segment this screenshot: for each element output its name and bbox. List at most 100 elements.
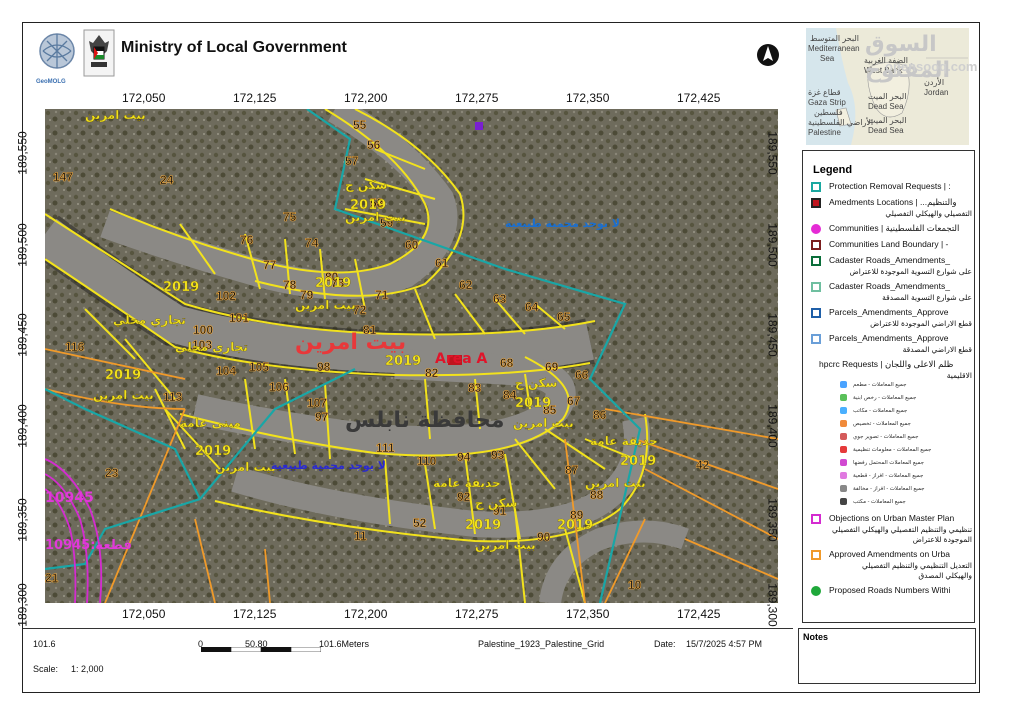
parcel-number: 63: [493, 292, 507, 306]
date-value: 15/7/2025 4:57 PM: [686, 639, 763, 649]
legend-label: Parcels_Amendments_Approve: [829, 307, 949, 317]
legend-item: Parcels_Amendments_Approve: [811, 333, 971, 344]
legend-item: Cadaster Roads_Amendments_: [811, 255, 971, 266]
request-marker-icon: [840, 498, 847, 505]
x-tick-label-top: 172,125: [233, 91, 277, 105]
legend-item: Communities | التجمعات الفلسطينية: [811, 223, 971, 234]
parcel-number: 11: [354, 529, 367, 543]
request-marker-icon: [840, 407, 847, 414]
town-label: بيت امرين: [585, 476, 646, 490]
legend-item: Protection Removal Requests | :: [811, 181, 971, 192]
legend-item: Objections on Urban Master Plan: [811, 513, 971, 524]
parcel-number: 10: [628, 578, 642, 592]
legend-sublabel: الاقليمية: [946, 371, 972, 380]
parcel-number: 78: [283, 278, 297, 292]
request-marker-icon: [840, 472, 847, 479]
parcel-number: 111: [376, 441, 395, 455]
inset-label: Palestine: [808, 128, 841, 137]
request-marker-icon: [840, 459, 847, 466]
notes-box: Notes: [798, 628, 976, 684]
town-name-label: بيت امرين: [295, 330, 406, 355]
parcel-number: 75: [283, 210, 297, 224]
parcel-number: 107: [307, 396, 327, 410]
parcel-number: 69: [545, 360, 559, 374]
town-label: بيت امرين: [215, 460, 276, 474]
legend-symbol-icon: [811, 255, 821, 266]
nature-reserve-label: لا يوجد محمية طبيعية: [505, 217, 620, 230]
parcel-number: 61: [435, 256, 449, 270]
parcel-number: 56: [367, 138, 381, 152]
request-marker-icon: [840, 446, 847, 453]
legend-label: hpcrc Requests | ظلم الاعلى واللجان: [819, 359, 954, 369]
parcel-number: 23: [105, 466, 119, 480]
legend-sublabel: الموجودة للاعتراض: [912, 535, 972, 544]
inset-label: فلسطين: [814, 108, 843, 117]
legend-subitem-label: جميع المعاملات - مكتب: [853, 498, 906, 505]
watermark-url: opensooq.com: [885, 59, 978, 74]
request-marker-icon: [840, 381, 847, 388]
year-label: 2019: [315, 276, 351, 291]
town-label: بيت امرين: [93, 388, 154, 402]
year-label: 2019: [465, 518, 501, 533]
legend-symbol-icon: [811, 239, 821, 250]
town-label: بيت امرين: [85, 109, 146, 122]
parcel-number: 60: [405, 238, 419, 252]
parcel-number: 97: [315, 410, 329, 424]
legend-item: Approved Amendments on Urba: [811, 549, 971, 560]
legend-subitem: جميع المعاملات - رخص ابنية: [840, 394, 960, 401]
request-marker-icon: [840, 420, 847, 427]
parcel-number: 104: [216, 364, 236, 378]
legend-label: Proposed Roads Numbers Withi: [829, 585, 951, 595]
y-tick-label-left: 189,550: [15, 131, 30, 175]
parcel-number: 71: [375, 288, 389, 302]
y-tick-label-left: 189,350: [15, 498, 30, 542]
x-tick-label-top: 172,275: [455, 91, 499, 105]
legend-subitem: جميع المعاملات - افراز - مخالفة: [840, 485, 960, 492]
ministry-seal-icon: [83, 29, 115, 77]
legend-label: Communities | التجمعات الفلسطينية: [829, 223, 960, 233]
x-tick-label-bottom: 172,200: [344, 607, 388, 621]
x-tick-label-top: 172,425: [677, 91, 721, 105]
request-marker-icon: [840, 433, 847, 440]
legend-label: Cadaster Roads_Amendments_: [829, 255, 950, 265]
area-a-label: Area A: [435, 351, 488, 367]
legend-sublabel: التعديل التنظيمي والتنظيم التفصيلي: [862, 561, 972, 570]
commercial-label: تجاري محلي: [113, 313, 186, 327]
scale-bar: [201, 647, 321, 652]
legend-subitem: جميع المعاملات - مكاتب: [840, 407, 960, 414]
legend-label: Approved Amendments on Urba: [829, 549, 950, 559]
legend-title: Legend: [813, 164, 853, 176]
parcel-number: 76: [240, 233, 254, 247]
legend-subitem: جميع المعاملات - معلومات تنظيمية: [840, 446, 960, 453]
year-label: 2019: [620, 454, 656, 469]
geomolg-logo: [39, 33, 75, 69]
x-tick-label-bottom: 172,350: [566, 607, 610, 621]
parcel-number: 68: [500, 356, 514, 370]
parcel-number: 77: [263, 258, 277, 272]
map-view[interactable]: 24 55 56 57 58 59 60 61 62 63 64 65 66 67 68 69 71 72 73 74…: [45, 109, 778, 603]
x-tick-label-top: 172,050: [122, 91, 166, 105]
parcel-number: 86: [593, 408, 607, 422]
legend-symbol-icon: [811, 197, 821, 208]
parcel-number: 110: [417, 454, 437, 468]
year-label: 2019: [557, 518, 593, 533]
x-tick-label-top: 172,200: [344, 91, 388, 105]
date-label: Date:: [654, 639, 676, 649]
inset-label: البحر الميت: [868, 92, 907, 101]
legend-item: Parcels_Amendments_Approve: [811, 307, 971, 318]
inset-label: الأراضي الفلسطينية: [808, 118, 874, 127]
legend-subitem: جميع المعاملات - تخصيص: [840, 420, 960, 427]
legend-subitem: جميع المعاملات - تصوير جوي: [840, 433, 960, 440]
legend-symbol-icon: [811, 585, 821, 596]
legend-symbol-icon: [811, 333, 821, 344]
parcel-number: 57: [345, 154, 359, 168]
legend-item: Communities Land Boundary | -: [811, 239, 971, 250]
parcel-number: 52: [413, 516, 427, 530]
y-tick-label-right: 189,400: [765, 404, 780, 448]
parcel-number: 83: [468, 381, 482, 395]
parcel-number: 64: [525, 300, 539, 314]
nature-reserve-label: لا يوجد محمية طبيعية: [271, 459, 386, 472]
legend-subitem-label: جميع المعاملات - رخص ابنية: [853, 394, 917, 401]
legend-symbol-icon: [811, 281, 821, 292]
y-tick-label-left: 189,500: [15, 223, 30, 267]
